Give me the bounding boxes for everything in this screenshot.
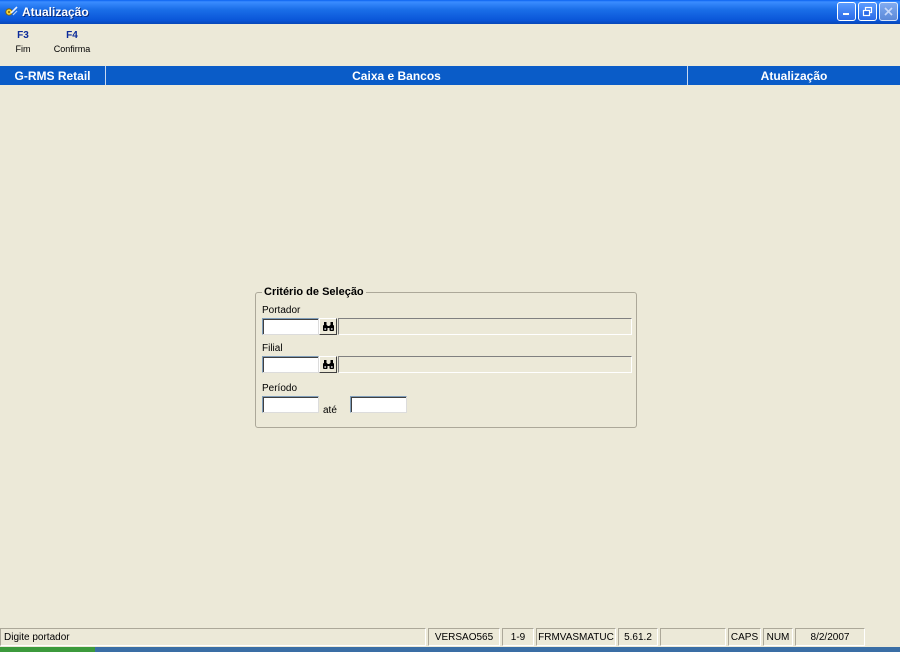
portador-label: Portador [262, 305, 301, 316]
status-page: 1-9 [502, 628, 534, 646]
filial-description [338, 356, 632, 373]
periodo-from-input[interactable] [262, 396, 319, 413]
selection-criteria-group: Critério de Seleção Portador Filial Perí [255, 286, 637, 428]
minimize-icon [843, 13, 849, 15]
f4-confirm-button[interactable]: F4 Confirma [46, 30, 98, 60]
restore-icon [862, 6, 873, 17]
fkey-code: F3 [17, 30, 29, 41]
periodo-to-input[interactable] [350, 396, 407, 413]
fkey-code: F4 [66, 30, 78, 41]
title-bar[interactable]: Atualização [0, 0, 900, 24]
status-version: VERSAO565 [428, 628, 500, 646]
status-build: 5.61.2 [618, 628, 658, 646]
window-title: Atualização [22, 5, 89, 19]
minimize-button[interactable] [837, 2, 856, 21]
portador-lookup-button[interactable] [319, 318, 337, 335]
f3-exit-button[interactable]: F3 Fim [0, 30, 46, 60]
portador-description [338, 318, 632, 335]
restore-button[interactable] [858, 2, 877, 21]
start-button-edge[interactable] [0, 647, 95, 652]
status-num: NUM [763, 628, 793, 646]
filial-input[interactable] [262, 356, 319, 373]
fkey-label: Fim [15, 44, 31, 54]
portador-input[interactable] [262, 318, 319, 335]
group-title: Critério de Seleção [262, 286, 366, 298]
filial-lookup-button[interactable] [319, 356, 337, 373]
close-icon [884, 7, 893, 16]
close-button[interactable] [879, 2, 898, 21]
binoculars-icon [322, 322, 334, 331]
header-band: G-RMS Retail Caixa e Bancos Atualização [0, 66, 900, 85]
status-form: FRMVASMATUC [536, 628, 616, 646]
function-key-toolbar: F3 Fim F4 Confirma [0, 30, 98, 60]
periodo-label: Período [262, 383, 298, 394]
module-name: Caixa e Bancos [352, 68, 441, 83]
filial-label: Filial [262, 343, 283, 354]
status-bar: Digite portador VERSAO565 1-9 FRMVASMATU… [0, 628, 900, 646]
status-message: Digite portador [0, 628, 426, 646]
fkey-label: Confirma [53, 44, 91, 54]
screen-name: Atualização [760, 68, 828, 83]
app-gear-icon [4, 5, 18, 19]
app-name: G-RMS Retail [14, 68, 91, 83]
taskbar-strip [0, 647, 900, 652]
periodo-separator: até [323, 405, 337, 416]
binoculars-icon [322, 360, 334, 369]
status-date: 8/2/2007 [795, 628, 865, 646]
status-blank [660, 628, 726, 646]
status-caps: CAPS [728, 628, 761, 646]
window-controls [837, 2, 898, 21]
